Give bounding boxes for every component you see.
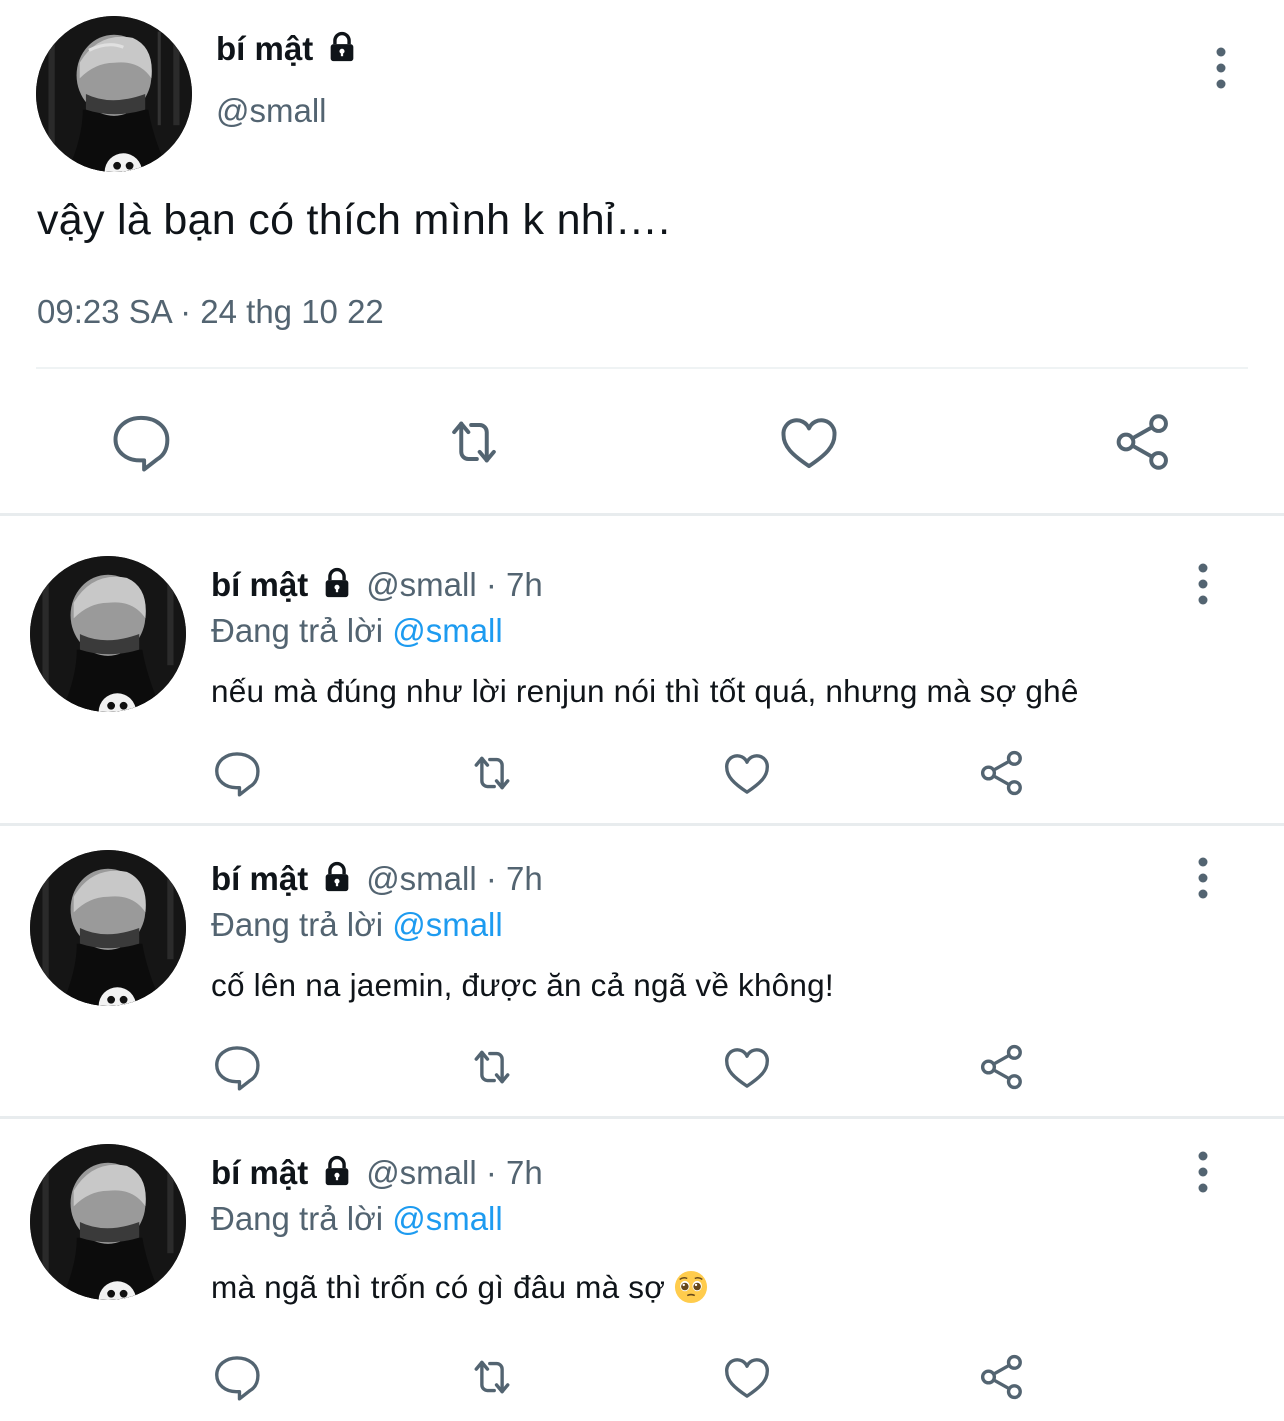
- more-options-icon[interactable]: [1192, 1150, 1214, 1194]
- handle-time: @small · 7h: [366, 1154, 543, 1191]
- more-options-icon[interactable]: [1192, 562, 1214, 606]
- lock-icon: [320, 1154, 354, 1196]
- divider: [36, 367, 1248, 369]
- replying-to: Đang trả lời @small: [211, 1200, 503, 1238]
- reply-icon[interactable]: [210, 1040, 264, 1094]
- tweet-text: mà ngã thì trốn có gì đâu mà sợ: [211, 1269, 666, 1305]
- avatar-image: [30, 1144, 186, 1300]
- display-name[interactable]: bí mật: [211, 1154, 308, 1191]
- display-name[interactable]: bí mật: [216, 30, 359, 72]
- share-icon[interactable]: [975, 1040, 1029, 1094]
- reply-header: bí mật @small · 7h: [211, 1154, 543, 1196]
- display-name[interactable]: bí mật: [211, 566, 308, 603]
- lock-icon: [320, 566, 354, 608]
- mention-link[interactable]: @small: [392, 1200, 503, 1237]
- avatar-image: [36, 16, 192, 172]
- avatar[interactable]: [30, 1144, 186, 1300]
- tweet-text: vậy là bạn có thích mình k nhỉ….: [37, 196, 671, 244]
- reply-icon[interactable]: [107, 408, 175, 476]
- replying-prefix: Đang trả lời: [211, 612, 384, 649]
- more-options-icon[interactable]: [1210, 46, 1232, 90]
- tweet-timestamp: 09:23 SA · 24 thg 10 22: [37, 293, 384, 330]
- avatar[interactable]: [30, 850, 186, 1006]
- reply-header: bí mật @small · 7h: [211, 566, 543, 608]
- reply-tweet[interactable]: bí mật @small · 7h Đang trả lời @small cố…: [0, 810, 1284, 1117]
- replying-to: Đang trả lời @small: [211, 612, 503, 650]
- reply-icon[interactable]: [210, 1350, 264, 1404]
- replying-prefix: Đang trả lời: [211, 906, 384, 943]
- like-icon[interactable]: [720, 1350, 774, 1404]
- lock-icon: [325, 30, 359, 72]
- avatar[interactable]: [36, 16, 192, 172]
- reply-header: bí mật @small · 7h: [211, 860, 543, 902]
- handle[interactable]: @small: [216, 92, 327, 130]
- handle-time: @small · 7h: [366, 860, 543, 897]
- retweet-icon[interactable]: [465, 1040, 519, 1094]
- pleading-face-emoji: [674, 1270, 708, 1304]
- tweet-thread: bí mật @small vậy là bạn có thích mình k…: [0, 0, 1284, 1421]
- tweet-text: cố lên na jaemin, được ăn cả ngã về khôn…: [211, 967, 834, 1003]
- like-icon[interactable]: [720, 1040, 774, 1094]
- handle-time: @small · 7h: [366, 566, 543, 603]
- avatar-image: [30, 850, 186, 1006]
- avatar[interactable]: [30, 556, 186, 712]
- retweet-icon[interactable]: [440, 408, 508, 476]
- reply-tweet[interactable]: bí mật @small · 7h Đang trả lời @small nế…: [0, 516, 1284, 823]
- retweet-icon[interactable]: [465, 1350, 519, 1404]
- mention-link[interactable]: @small: [392, 906, 503, 943]
- share-icon[interactable]: [1109, 408, 1177, 476]
- mention-link[interactable]: @small: [392, 612, 503, 649]
- share-icon[interactable]: [975, 746, 1029, 800]
- replying-prefix: Đang trả lời: [211, 1200, 384, 1237]
- reply-icon[interactable]: [210, 746, 264, 800]
- retweet-icon[interactable]: [465, 746, 519, 800]
- tweet-text-line: mà ngã thì trốn có gì đâu mà sợ: [211, 1269, 708, 1306]
- like-icon[interactable]: [720, 746, 774, 800]
- display-name[interactable]: bí mật: [211, 860, 308, 897]
- display-name-text: bí mật: [216, 30, 314, 67]
- like-icon[interactable]: [775, 408, 843, 476]
- lock-icon: [320, 860, 354, 902]
- tweet-text: nếu mà đúng như lời renjun nói thì tốt q…: [211, 673, 1079, 709]
- avatar-image: [30, 556, 186, 712]
- replying-to: Đang trả lời @small: [211, 906, 503, 944]
- share-icon[interactable]: [975, 1350, 1029, 1404]
- more-options-icon[interactable]: [1192, 856, 1214, 900]
- reply-tweet[interactable]: bí mật @small · 7h Đang trả lời @small mà…: [0, 1104, 1284, 1421]
- main-tweet: bí mật @small vậy là bạn có thích mình k…: [0, 0, 1284, 516]
